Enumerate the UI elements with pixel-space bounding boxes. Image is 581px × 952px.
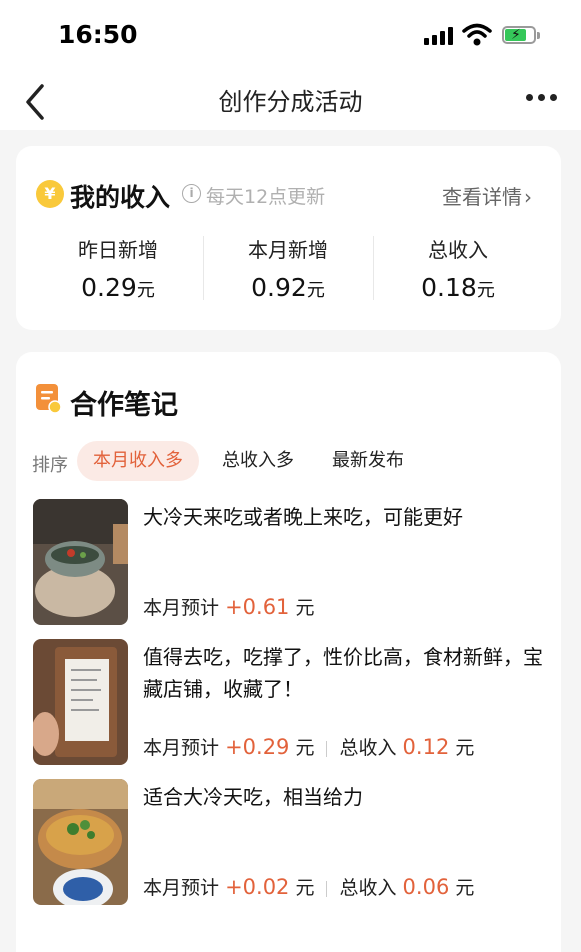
coin-icon: ¥ xyxy=(36,180,64,208)
sort-tab-month-income[interactable]: 本月收入多 xyxy=(77,441,199,481)
month-estimate-label: 本月预计 xyxy=(143,877,220,899)
unit: 元 xyxy=(455,737,475,759)
battery-icon: ⚡ xyxy=(502,26,540,44)
month-estimate-value: +0.02 xyxy=(225,875,290,899)
view-details-label: 查看详情 xyxy=(442,185,522,209)
sort-label: 排序 xyxy=(32,455,68,476)
divider xyxy=(326,880,328,897)
stat-label: 昨日新增 xyxy=(78,238,158,262)
view-details-link[interactable]: 查看详情 › xyxy=(442,181,532,210)
stat-number: 0.92 xyxy=(251,273,307,302)
note-item[interactable]: 大冷天来吃或者晚上来吃，可能更好 本月预计 +0.61 元 xyxy=(33,499,553,625)
stat-label: 总收入 xyxy=(428,238,488,262)
note-stats: 本月预计 +0.02 元 总收入 0.06 元 xyxy=(143,873,474,900)
sort-tab-total-income[interactable]: 总收入多 xyxy=(206,441,310,481)
income-card: ¥ 我的收入 i 每天12点更新 查看详情 › 昨日新增 0.29元 本月新增 0… xyxy=(16,146,561,330)
stat-yesterday: 昨日新增 0.29元 xyxy=(33,234,203,302)
stat-unit: 元 xyxy=(476,280,495,301)
total-income-label: 总收入 xyxy=(339,877,397,899)
stat-label: 本月新增 xyxy=(248,238,328,262)
note-thumbnail xyxy=(33,779,128,905)
note-stats: 本月预计 +0.61 元 xyxy=(143,593,314,620)
stat-value: 0.92元 xyxy=(203,273,373,302)
note-thumbnail xyxy=(33,499,128,625)
update-note: 每天12点更新 xyxy=(206,186,326,208)
notes-card: 合作笔记 排序 本月收入多 总收入多 最新发布 大冷天来吃或者晚上来吃，可能更好… xyxy=(16,352,561,952)
chevron-right-icon: › xyxy=(524,185,532,209)
signal-icon xyxy=(424,27,454,45)
note-title: 适合大冷天吃，相当给力 xyxy=(143,785,363,809)
month-estimate-value: +0.29 xyxy=(225,735,290,759)
unit: 元 xyxy=(295,877,315,899)
note-thumbnail xyxy=(33,639,128,765)
note-item[interactable]: 适合大冷天吃，相当给力 本月预计 +0.02 元 总收入 0.06 元 xyxy=(33,779,553,905)
unit: 元 xyxy=(455,877,475,899)
note-stats: 本月预计 +0.29 元 总收入 0.12 元 xyxy=(143,733,474,760)
total-income-value: 0.12 xyxy=(402,735,450,759)
stat-number: 0.29 xyxy=(81,273,137,302)
stat-number: 0.18 xyxy=(421,273,477,302)
stat-total: 总收入 0.18元 xyxy=(373,234,543,302)
notes-title: 合作笔记 xyxy=(70,390,178,421)
total-income-value: 0.06 xyxy=(402,875,450,899)
note-item[interactable]: 值得去吃，吃撑了，性价比高，食材新鲜，宝藏店铺，收藏了！ 本月预计 +0.29 … xyxy=(33,639,553,765)
total-income-label: 总收入 xyxy=(339,737,397,759)
month-estimate-label: 本月预计 xyxy=(143,597,220,619)
more-icon[interactable] xyxy=(516,84,566,114)
note-title: 大冷天来吃或者晚上来吃，可能更好 xyxy=(143,505,463,529)
note-title: 值得去吃，吃撑了，性价比高，食材新鲜，宝藏店铺，收藏了！ xyxy=(143,645,543,701)
unit: 元 xyxy=(295,597,315,619)
info-icon[interactable]: i xyxy=(182,184,201,203)
sort-tab-latest[interactable]: 最新发布 xyxy=(316,441,420,481)
stat-this-month: 本月新增 0.92元 xyxy=(203,234,373,302)
month-estimate-label: 本月预计 xyxy=(143,737,220,759)
nav-bar: 创作分成活动 xyxy=(0,70,581,130)
stat-unit: 元 xyxy=(306,280,325,301)
status-time: 16:50 xyxy=(58,20,138,49)
unit: 元 xyxy=(295,737,315,759)
status-bar: 16:50 ⚡ xyxy=(0,0,581,70)
wifi-icon xyxy=(462,23,492,46)
stat-unit: 元 xyxy=(136,280,155,301)
page-title: 创作分成活动 xyxy=(218,88,363,116)
month-estimate-value: +0.61 xyxy=(225,595,290,619)
income-title: 我的收入 xyxy=(70,183,171,212)
divider xyxy=(326,740,328,757)
stat-value: 0.29元 xyxy=(33,273,203,302)
stat-value: 0.18元 xyxy=(373,273,543,302)
notes-icon xyxy=(36,384,62,414)
